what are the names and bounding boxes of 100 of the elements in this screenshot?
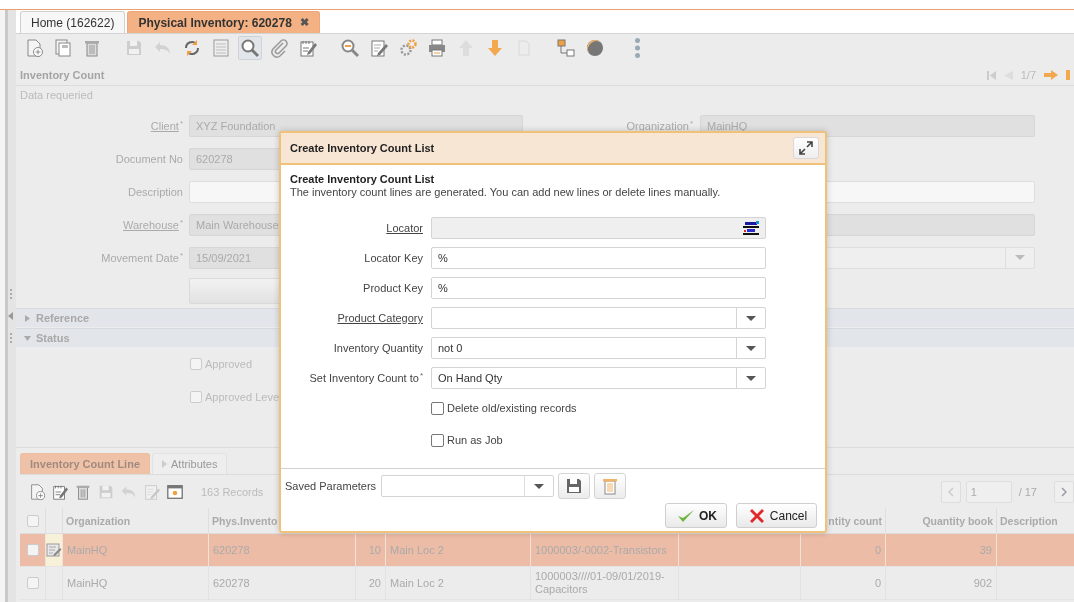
tab[interactable]: Physical Inventory: 620278 ✖ [127, 11, 320, 33]
check-icon [677, 508, 695, 523]
refresh-icon [182, 38, 202, 58]
note-icon [298, 38, 318, 58]
first-record-icon[interactable] [986, 70, 996, 80]
column-header[interactable]: Phys.Invento [212, 514, 278, 527]
checkbox-label: Run as Job [447, 434, 503, 446]
table-cell: 20 [368, 576, 381, 590]
field-label[interactable]: Client [150, 119, 179, 132]
section-title: Inventory Count [20, 69, 105, 81]
new-document-icon [24, 38, 44, 58]
required-mark: * [179, 218, 183, 227]
row-checkbox[interactable] [26, 544, 39, 556]
cancel-button[interactable]: Cancel [736, 503, 817, 528]
trash-icon [600, 476, 620, 496]
maximize-button[interactable] [793, 137, 819, 159]
caret-icon[interactable] [746, 315, 756, 321]
required-mark: * [179, 251, 183, 260]
dropdown-field[interactable]: not 0 [431, 337, 766, 359]
field-label: Inventory Quantity [333, 342, 423, 354]
table-cell: 39 [979, 543, 992, 557]
table-row[interactable]: MainHQ 620278 10 Main Loc 2 1000003/-0002-Transistors 0 39 [20, 534, 1074, 567]
text-field[interactable]: % [431, 277, 766, 299]
paperclip-icon [269, 38, 289, 58]
tab[interactable]: Attributes [152, 453, 228, 474]
down-arrow-icon [485, 38, 505, 58]
table-cell-text: 1000003////01-09/01/2019-Capacitors [535, 570, 666, 596]
table-cell: MainHQ [67, 576, 108, 590]
table-cell: 902 [973, 576, 992, 590]
collapsed-arrow-icon [24, 314, 31, 322]
ok-button[interactable]: OK [665, 503, 727, 528]
row-checkbox[interactable] [26, 577, 39, 589]
column-header[interactable]: ntity count [828, 514, 882, 527]
text-field[interactable]: % [431, 247, 766, 269]
field-label: Organization [626, 119, 689, 132]
form-icon [211, 38, 231, 58]
caret-icon[interactable] [746, 345, 756, 351]
column-header[interactable]: Description [1000, 514, 1058, 527]
toolbar-button[interactable] [554, 36, 578, 60]
page-total: / 17 [1018, 485, 1037, 498]
dialog-title: Create Inventory Count List [290, 142, 435, 154]
page-field[interactable]: 1 [965, 480, 1012, 503]
next-page-button[interactable] [1054, 480, 1074, 503]
field-label[interactable]: Product Category [337, 312, 423, 324]
table-row[interactable]: MainHQ 620278 20 Main Loc 2 1000003////01-09/01/2019-Capacitors 0 902 [20, 567, 1074, 600]
required-mark: * [419, 372, 423, 380]
field-label: Document No [115, 152, 183, 165]
hierarchy-icon [556, 38, 576, 58]
checkbox[interactable] [431, 433, 444, 447]
dropdown-field[interactable] [431, 307, 766, 329]
selector-icon[interactable] [743, 221, 759, 235]
table-cell: 0 [874, 576, 881, 590]
caret-icon[interactable] [534, 483, 544, 489]
select-all-checkbox[interactable] [26, 514, 39, 527]
field-label[interactable]: Warehouse [123, 218, 179, 231]
required-mark: * [179, 119, 183, 128]
table-cell: 620278 [213, 543, 250, 557]
last-record-icon[interactable] [1066, 70, 1070, 80]
dropdown-field[interactable] [381, 475, 554, 497]
expanded-arrow-icon [24, 334, 31, 342]
required-mark: * [689, 119, 693, 128]
field-label: Movement Date [101, 251, 179, 264]
checkbox[interactable] [190, 357, 202, 370]
field-label: Product Key [363, 282, 423, 294]
field-label: Locator Key [364, 252, 423, 264]
table-cell: 0 [874, 543, 881, 557]
edit-row-icon[interactable] [46, 542, 62, 558]
field-label: Set Inventory Count to [309, 372, 419, 384]
table-cell: 10 [368, 543, 381, 557]
chevron-right-icon [1061, 486, 1067, 497]
new-document-icon[interactable] [28, 482, 46, 501]
table-cell: 620278 [213, 576, 250, 590]
window-icon[interactable] [166, 482, 184, 501]
column-header[interactable]: Quantity book [922, 514, 993, 527]
collapse-arrow-icon[interactable] [8, 312, 13, 320]
checkbox-label: Delete old/existing records [447, 402, 577, 414]
caret-icon[interactable] [746, 375, 756, 381]
tab[interactable]: Home (162622) [20, 11, 126, 33]
search-icon [240, 38, 260, 58]
toolbar-button[interactable] [238, 36, 262, 60]
close-icon[interactable]: ✖ [299, 16, 309, 29]
selector-field[interactable] [431, 217, 766, 239]
printer-icon [427, 38, 447, 58]
edit-icon [369, 38, 389, 58]
checkbox[interactable] [190, 390, 202, 403]
checkbox[interactable] [431, 401, 444, 415]
dropdown-field[interactable]: On Hand Qty [431, 367, 766, 389]
column-header[interactable]: Organization [66, 514, 131, 527]
field-label[interactable]: Locator [386, 222, 423, 234]
dialog-heading: Create Inventory Count List [290, 173, 436, 186]
next-record-icon[interactable] [1044, 70, 1058, 80]
disc-icon [585, 38, 605, 58]
save-button[interactable] [558, 473, 590, 499]
more-icon [634, 38, 640, 58]
table-cell: MainHQ [67, 543, 108, 557]
previous-page-button[interactable] [940, 480, 961, 503]
table-cell: Main Loc 2 [390, 543, 444, 557]
trash-icon [82, 38, 102, 58]
expand-icon [799, 141, 813, 155]
tab[interactable]: Inventory Count Line [20, 453, 150, 474]
